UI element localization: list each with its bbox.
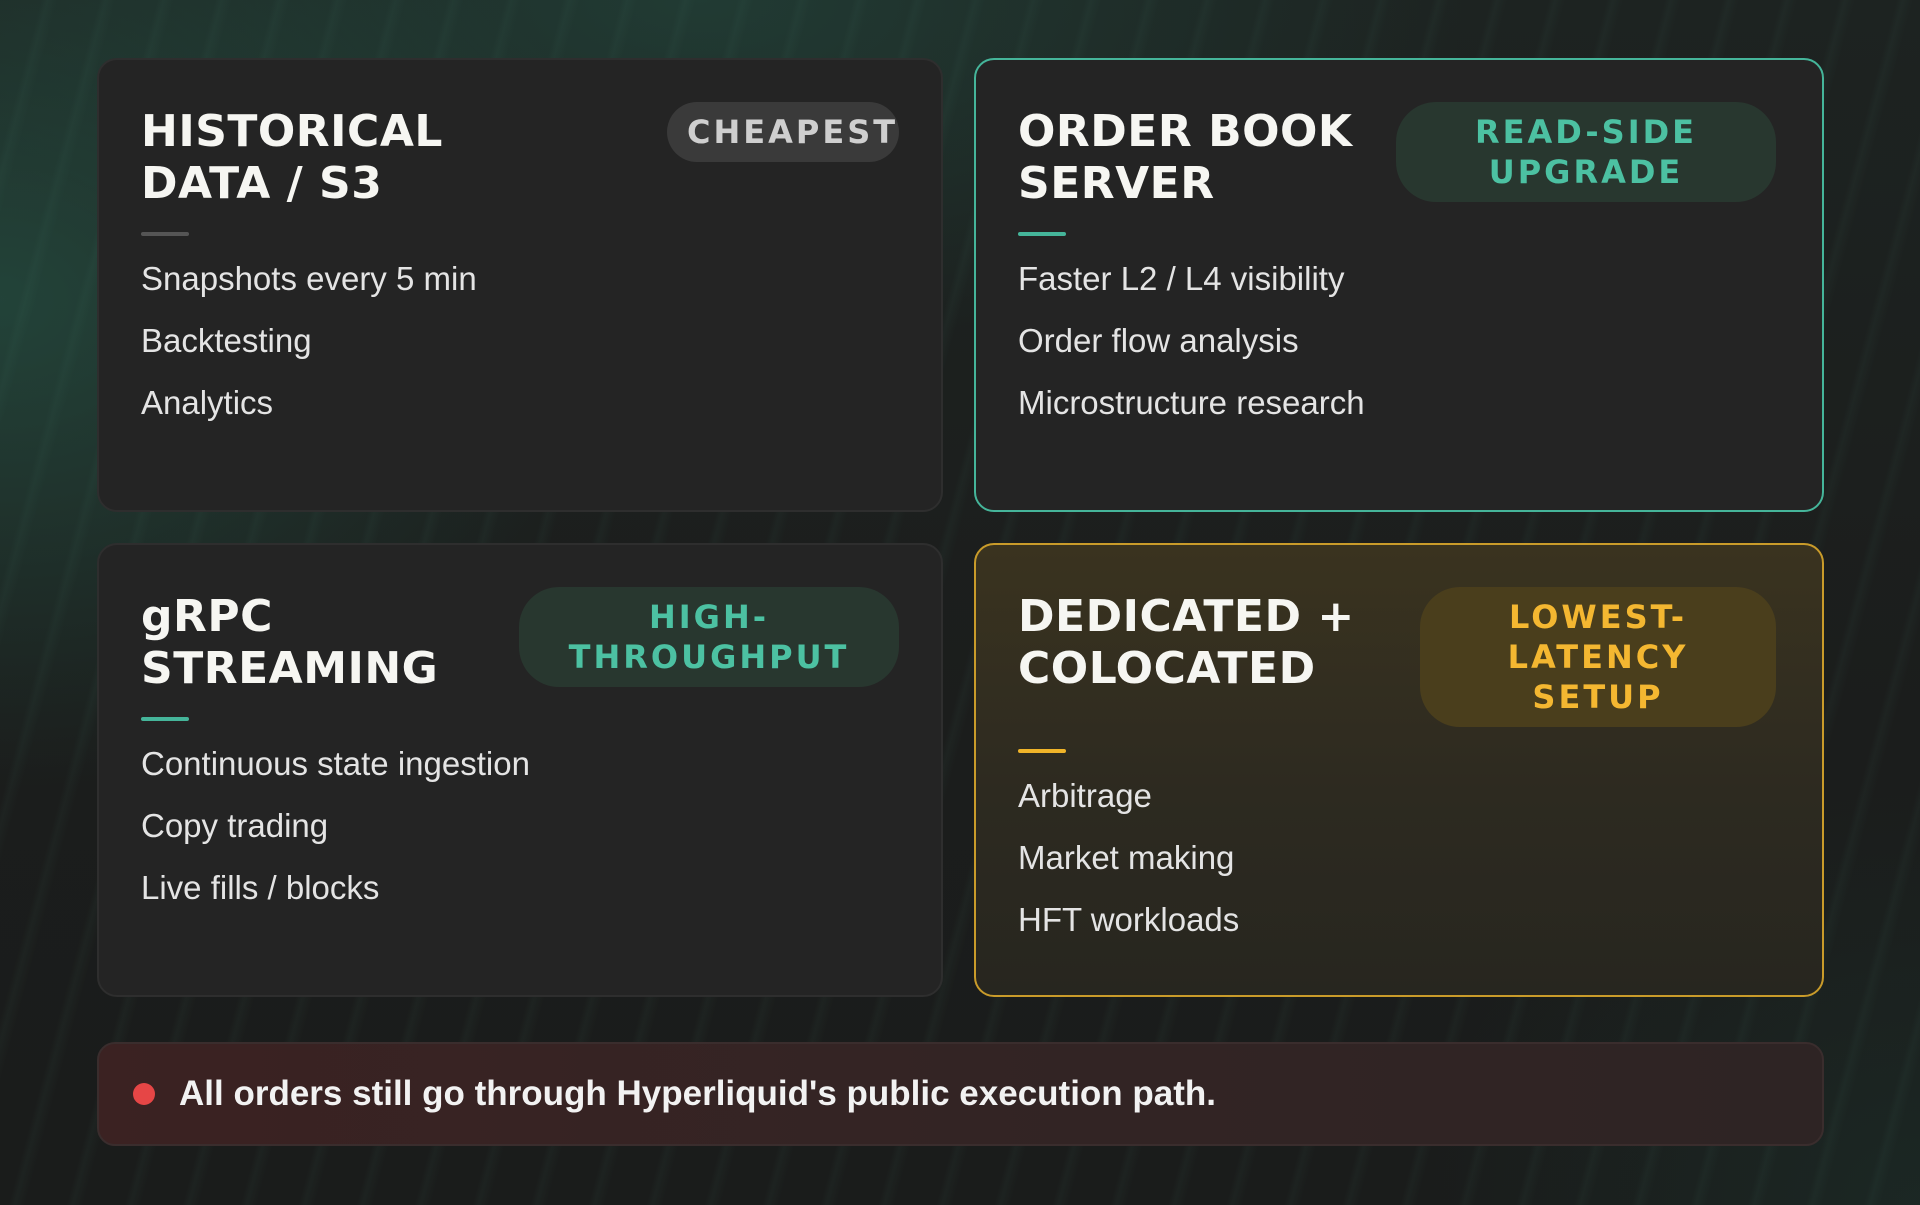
card-badge: HIGH- THROUGHPUT — [519, 587, 899, 687]
list-item: Live fills / blocks — [141, 869, 380, 906]
card-header: DEDICATED + COLOCATED LOWEST- LATENCY SE… — [1018, 587, 1780, 727]
card-dedicated-colocated: DEDICATED + COLOCATED LOWEST- LATENCY SE… — [974, 543, 1824, 997]
title-underline — [1018, 232, 1066, 236]
list-item: Snapshots every 5 min — [141, 260, 477, 297]
card-grpc-streaming: gRPC STREAMING HIGH- THROUGHPUT Continuo… — [97, 543, 943, 997]
card-title: HISTORICAL DATA / S3 — [141, 106, 443, 209]
card-badge: CHEAPEST — [667, 102, 899, 162]
card-title: DEDICATED + COLOCATED — [1018, 591, 1355, 694]
card-historical-data: HISTORICAL DATA / S3 CHEAPEST Snapshots … — [97, 58, 943, 512]
list-item: Order flow analysis — [1018, 322, 1299, 359]
card-order-book-server: ORDER BOOK SERVER READ-SIDE UPGRADE Fast… — [974, 58, 1824, 512]
list-item: Faster L2 / L4 visibility — [1018, 260, 1345, 297]
card-header: HISTORICAL DATA / S3 CHEAPEST — [141, 102, 899, 210]
card-header: gRPC STREAMING HIGH- THROUGHPUT — [141, 587, 899, 695]
notice-text: All orders still go through Hyperliquid'… — [179, 1074, 1217, 1113]
list-item: Continuous state ingestion — [141, 745, 530, 782]
card-badge: READ-SIDE UPGRADE — [1396, 102, 1776, 202]
title-underline — [141, 717, 189, 721]
list-item: Backtesting — [141, 322, 312, 359]
list-item: Analytics — [141, 384, 274, 421]
card-header: ORDER BOOK SERVER READ-SIDE UPGRADE — [1018, 102, 1780, 210]
card-badge: LOWEST- LATENCY SETUP — [1420, 587, 1776, 727]
execution-path-notice: All orders still go through Hyperliquid'… — [97, 1042, 1824, 1146]
feature-list: Faster L2 / L4 visibility Order flow ana… — [1018, 258, 1780, 423]
list-item: Microstructure research — [1018, 384, 1365, 421]
list-item: Market making — [1018, 839, 1235, 876]
list-item: Arbitrage — [1018, 777, 1152, 814]
list-item: Copy trading — [141, 807, 329, 844]
feature-list: Arbitrage Market making HFT workloads — [1018, 775, 1780, 940]
card-title: gRPC STREAMING — [141, 591, 439, 694]
title-underline — [1018, 749, 1066, 753]
card-title: ORDER BOOK SERVER — [1018, 106, 1353, 209]
feature-list: Continuous state ingestion Copy trading … — [141, 743, 899, 908]
list-item: HFT workloads — [1018, 901, 1240, 938]
red-dot-icon — [133, 1083, 155, 1105]
feature-list: Snapshots every 5 min Backtesting Analyt… — [141, 258, 899, 423]
title-underline — [141, 232, 189, 236]
